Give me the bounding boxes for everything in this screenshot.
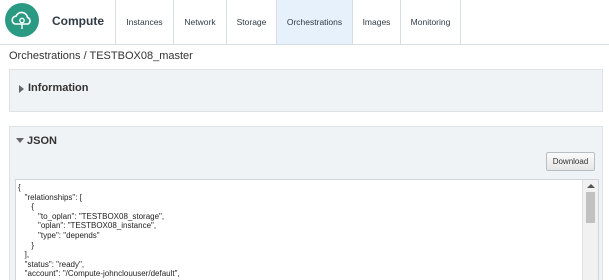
json-code-line: ], (18, 250, 30, 260)
tab-instances[interactable]: Instances (116, 0, 174, 44)
json-code-line: "type": "depends" (18, 230, 100, 240)
scrollbar-thumb[interactable] (586, 192, 595, 223)
json-code-line: { (18, 183, 21, 192)
tab-orchestrations[interactable]: Orchestrations (277, 0, 353, 44)
json-panel: JSON Download { "relationships": [ { "to… (9, 126, 603, 280)
tab-storage[interactable]: Storage (227, 0, 277, 44)
information-panel[interactable]: Information (9, 69, 603, 112)
vertical-scrollbar[interactable] (582, 180, 598, 280)
json-code-line: "status": "ready", (18, 259, 85, 269)
breadcrumb: Orchestrations / TESTBOX08_master (9, 50, 193, 62)
triangle-down-icon[interactable] (16, 138, 24, 143)
tab-monitoring[interactable]: Monitoring (401, 0, 461, 44)
json-code-line: { (18, 202, 35, 212)
triangle-right-icon[interactable] (19, 85, 24, 93)
top-nav-bar: Compute Instances Network Storage Orches… (0, 0, 609, 44)
json-code-line: } (18, 240, 35, 250)
json-code-text: { "relationships": [ { "to_oplan": "TEST… (18, 183, 180, 279)
json-code-viewer[interactable]: { "relationships": [ { "to_oplan": "TEST… (15, 179, 599, 280)
json-code-line: "account": "/Compute-johnclouuser/defaul… (18, 269, 180, 279)
download-button[interactable]: Download (546, 152, 595, 171)
json-code-line: "oplan": "TESTBOX08_instance", (18, 221, 157, 231)
brand-title: Compute (52, 14, 104, 28)
cloud-gear-icon[interactable] (5, 3, 39, 37)
json-code-line: "relationships": [ (18, 192, 82, 202)
tab-images[interactable]: Images (353, 0, 401, 44)
json-panel-title[interactable]: JSON (27, 135, 57, 147)
json-code-line: "to_oplan": "TESTBOX08_storage", (18, 211, 165, 221)
information-panel-title[interactable]: Information (28, 82, 89, 94)
tab-network[interactable]: Network (174, 0, 227, 44)
nav-bottom-border (0, 44, 609, 45)
scroll-up-arrow-icon[interactable] (587, 184, 595, 188)
